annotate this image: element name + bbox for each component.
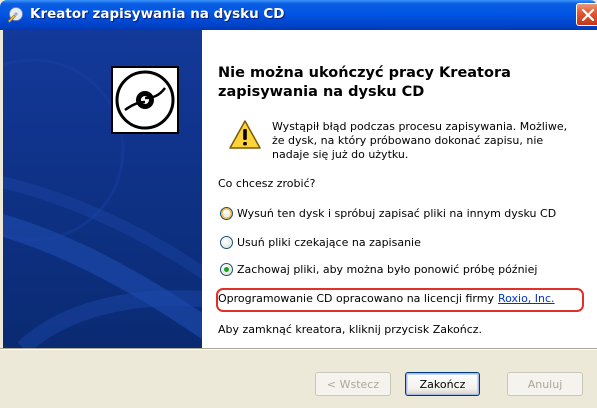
warning-icon	[229, 120, 261, 149]
window-title: Kreator zapisywania na dysku CD	[30, 6, 285, 22]
question-label: Co chcesz zrobić?	[218, 177, 316, 190]
button-separator	[0, 348, 597, 350]
option-eject-disc[interactable]: Wysuń ten dysk i spróbuj zapisać pliki n…	[220, 205, 556, 221]
option-delete-files[interactable]: Usuń pliki czekające na zapisanie	[220, 234, 421, 250]
license-text: Oprogramowanie CD opracowano na licencji…	[218, 292, 555, 305]
side-panel	[3, 30, 202, 348]
license-label: Oprogramowanie CD opracowano na licencji…	[218, 292, 494, 305]
finish-button[interactable]: Zakończ	[405, 372, 480, 396]
option-keep-files[interactable]: Zachowaj pliki, aby można było ponowić p…	[220, 261, 537, 277]
back-button[interactable]: < Wstecz	[315, 372, 391, 396]
roxio-link[interactable]: Roxio, Inc.	[498, 292, 555, 305]
option-label: Wysuń ten dysk i spróbuj zapisać pliki n…	[237, 206, 557, 220]
cancel-button[interactable]: Anuluj	[507, 372, 583, 396]
close-icon	[581, 8, 595, 22]
main-panel: Nie można ukończyć pracy Kreatora zapisy…	[202, 30, 597, 348]
wizard-content: Nie można ukończyć pracy Kreatora zapisy…	[3, 30, 597, 348]
radio-delete-files[interactable]	[220, 235, 233, 249]
page-title: Nie można ukończyć pracy Kreatora zapisy…	[218, 65, 511, 100]
option-label: Usuń pliki czekające na zapisanie	[237, 235, 421, 249]
radio-keep-files[interactable]	[220, 262, 233, 276]
cd-writer-icon	[7, 7, 23, 23]
radio-selected-dot	[224, 266, 229, 272]
error-message: Wystąpił błąd podczas procesu zapisywani…	[272, 120, 568, 161]
close-button[interactable]	[576, 3, 597, 26]
option-label: Zachowaj pliki, aby można było ponowić p…	[237, 262, 538, 276]
wizard-window: Kreator zapisywania na dysku CD Nie możn…	[0, 0, 597, 408]
cd-disc-icon	[111, 66, 179, 134]
close-hint: Aby zamknąć kreatora, kliknij przycisk Z…	[218, 323, 483, 336]
radio-eject-disc[interactable]	[220, 206, 233, 220]
title-bar[interactable]: Kreator zapisywania na dysku CD	[0, 0, 597, 30]
